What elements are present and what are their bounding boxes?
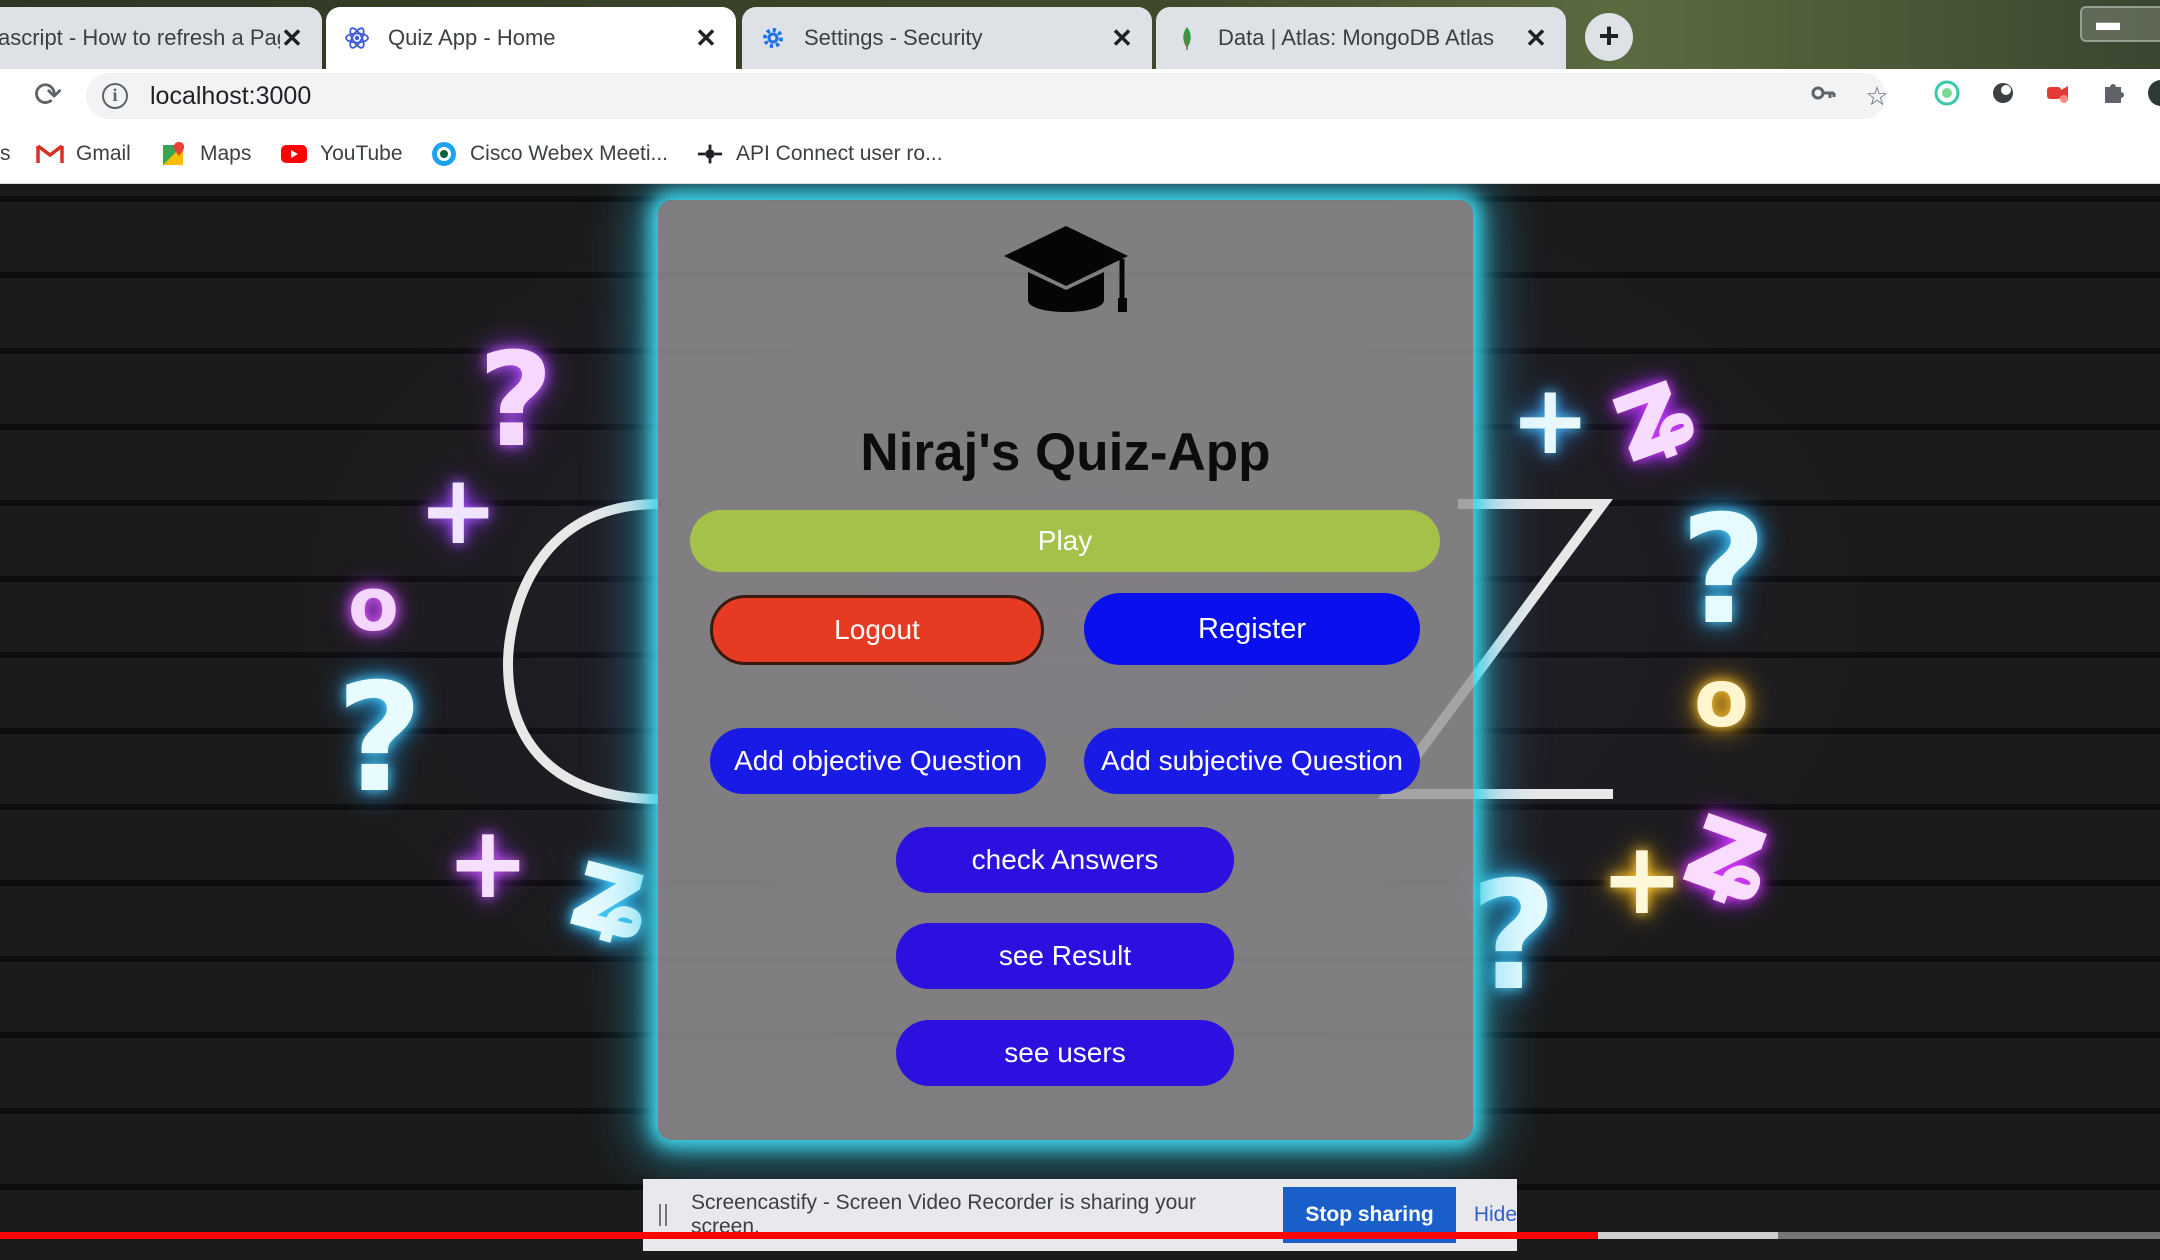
minimize-window-button[interactable]: ▬ [2080,6,2160,42]
extension-circle-icon[interactable] [1930,79,1964,113]
bookmark-maps[interactable]: Maps [160,137,251,171]
address-bar[interactable]: i localhost:3000 [86,73,1886,119]
bookmark-gmail[interactable]: Gmail [36,137,131,171]
bookmark-label: Gmail [76,142,131,165]
neon-question-mark-icon: ? [1680,484,1768,658]
logout-button[interactable]: Logout [710,595,1044,665]
neon-plus-icon: + [1510,364,1591,476]
tab-title: Quiz App - Home [388,25,556,50]
youtube-icon [280,140,308,168]
tab-stackoverflow[interactable]: ascript - How to refresh a Pag ✕ [0,7,322,69]
see-result-button[interactable]: see Result [896,923,1234,989]
play-button[interactable]: Play [690,510,1440,572]
api-connect-icon [696,140,724,168]
add-subjective-question-button[interactable]: Add subjective Question [1084,728,1420,794]
page-viewport: ? + o ? + + ʑ ? o ʑ + ? ʑ Niraj's Quiz-A… [0,184,2160,1260]
new-tab-button[interactable]: + [1585,13,1633,61]
neon-zigzag-icon: ʑ [557,815,673,972]
bookmark-api-connect[interactable]: API Connect user ro... [696,137,943,171]
screencastify-icon[interactable] [2040,79,2074,113]
bookmark-label: s [0,142,11,165]
neon-question-mark-icon: ? [1470,850,1558,1024]
add-objective-question-button[interactable]: Add objective Question [710,728,1046,794]
close-icon[interactable]: ✕ [280,25,304,51]
bookmarks-bar: s Gmail Maps YouTube Cisco Webex Meeti..… [0,124,2160,184]
hide-link[interactable]: Hide [1474,1203,1517,1227]
drag-handle-icon[interactable] [659,1204,667,1226]
browser-tab-strip: ascript - How to refresh a Pag ✕ Quiz Ap… [0,0,2160,69]
profile-avatar[interactable] [2144,79,2160,113]
tab-title: ascript - How to refresh a Pag [0,25,280,50]
extension-dark-circle-icon[interactable] [1986,79,2020,113]
tab-title: Settings - Security [804,25,983,50]
tab-mongodb-atlas[interactable]: Data | Atlas: MongoDB Atlas ✕ [1156,7,1566,69]
graduation-cap-icon [1004,226,1128,312]
bookmark-star-icon[interactable]: ☆ [1860,79,1894,113]
bookmark-label: API Connect user ro... [736,142,943,165]
neon-zigzag-icon: ʑ [1590,332,1716,491]
maps-icon [160,140,188,168]
react-icon [344,25,370,51]
mongodb-leaf-icon [1174,25,1200,51]
gmail-icon [36,140,64,168]
neon-plus-icon: + [1600,820,1684,937]
url-text: localhost:3000 [150,81,312,110]
tab-title: Data | Atlas: MongoDB Atlas [1218,25,1494,50]
neon-circle-icon: o [1694,652,1749,745]
bookmark-label: Maps [200,142,252,165]
reload-icon[interactable]: ⟳ [30,77,66,113]
info-icon[interactable]: i [102,83,128,109]
see-users-button[interactable]: see users [896,1020,1234,1086]
extensions-puzzle-icon[interactable] [2096,79,2130,113]
bookmark-youtube[interactable]: YouTube [280,137,403,171]
video-progress-played [0,1232,1599,1239]
neon-plus-icon: + [418,454,499,566]
screen-sharing-notification-bar: Screencastify - Screen Video Recorder is… [643,1179,1517,1251]
gear-icon [760,25,786,51]
tab-quiz-app[interactable]: Quiz App - Home ✕ [326,7,736,69]
bookmark-label: Cisco Webex Meeti... [470,142,669,165]
bookmark-webex[interactable]: Cisco Webex Meeti... [430,137,668,171]
webex-icon [430,140,458,168]
register-button[interactable]: Register [1084,593,1420,665]
neon-circle-icon: o [348,562,399,648]
key-icon[interactable] [1806,79,1840,113]
browser-toolbar: ⟳ i localhost:3000 ☆ [0,69,2160,124]
check-answers-button[interactable]: check Answers [896,827,1234,893]
close-icon[interactable]: ✕ [1524,25,1548,51]
tab-settings-security[interactable]: Settings - Security ✕ [742,7,1152,69]
bookmark-label: YouTube [320,142,403,165]
video-progress-bar[interactable] [0,1232,2160,1239]
neon-question-mark-icon: ? [336,652,424,826]
video-progress-buffered [1598,1232,1779,1239]
app-title: Niraj's Quiz-App [860,423,1271,482]
bookmark-partial[interactable]: s [0,137,11,171]
quiz-home-card: Niraj's Quiz-App Play Logout Register Ad… [658,200,1473,1140]
close-icon[interactable]: ✕ [1110,25,1134,51]
neon-zigzag-icon: ʑ [1666,763,1803,937]
close-icon[interactable]: ✕ [694,25,718,51]
